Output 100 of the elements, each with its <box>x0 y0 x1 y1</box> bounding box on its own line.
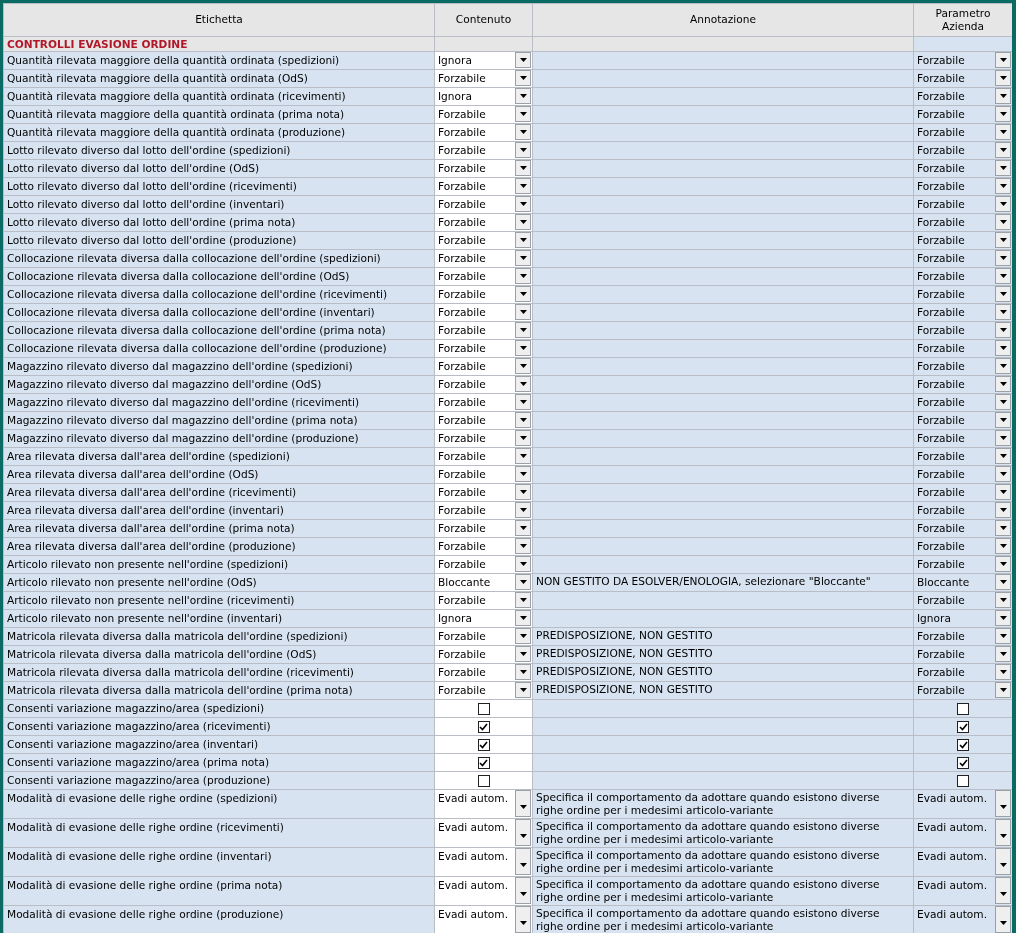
dropdown-button[interactable] <box>515 520 531 536</box>
dropdown-field[interactable]: Forzabile <box>914 502 1012 519</box>
dropdown-button[interactable] <box>995 448 1011 464</box>
dropdown-button[interactable] <box>515 484 531 500</box>
dropdown-button[interactable] <box>515 304 531 320</box>
checkbox[interactable] <box>957 720 969 733</box>
dropdown-field[interactable]: Forzabile <box>435 520 532 537</box>
dropdown-field[interactable]: Forzabile <box>914 484 1012 501</box>
dropdown-field[interactable]: Forzabile <box>914 556 1012 573</box>
dropdown-button[interactable] <box>515 70 531 86</box>
dropdown-button[interactable] <box>515 448 531 464</box>
checkbox[interactable] <box>477 702 490 715</box>
dropdown-button[interactable] <box>515 877 531 904</box>
dropdown-field[interactable]: Forzabile <box>435 502 532 519</box>
dropdown-button[interactable] <box>515 214 531 230</box>
dropdown-field[interactable]: Forzabile <box>914 250 1012 267</box>
dropdown-field[interactable]: Forzabile <box>435 322 532 339</box>
dropdown-field[interactable]: Forzabile <box>435 268 532 285</box>
dropdown-button[interactable] <box>995 877 1011 904</box>
dropdown-button[interactable] <box>995 520 1011 536</box>
checkbox[interactable] <box>957 774 969 787</box>
dropdown-button[interactable] <box>515 322 531 338</box>
dropdown-field[interactable]: Ignora <box>914 610 1012 627</box>
dropdown-button[interactable] <box>515 88 531 104</box>
dropdown-field[interactable]: Forzabile <box>914 142 1012 159</box>
dropdown-field[interactable]: Evadi autom. <box>435 906 532 933</box>
dropdown-button[interactable] <box>995 232 1011 248</box>
dropdown-button[interactable] <box>995 322 1011 338</box>
dropdown-button[interactable] <box>995 250 1011 266</box>
dropdown-field[interactable]: Forzabile <box>435 664 532 681</box>
dropdown-button[interactable] <box>515 124 531 140</box>
checkbox[interactable] <box>477 774 490 787</box>
dropdown-field[interactable]: Forzabile <box>914 88 1012 105</box>
dropdown-field[interactable]: Evadi autom. <box>914 877 1012 905</box>
dropdown-button[interactable] <box>515 196 531 212</box>
dropdown-field[interactable]: Forzabile <box>914 214 1012 231</box>
dropdown-button[interactable] <box>515 646 531 662</box>
checkbox[interactable] <box>957 738 969 751</box>
dropdown-button[interactable] <box>995 214 1011 230</box>
dropdown-field[interactable]: Forzabile <box>435 682 532 699</box>
dropdown-button[interactable] <box>515 790 531 817</box>
dropdown-button[interactable] <box>515 106 531 122</box>
dropdown-field[interactable]: Forzabile <box>914 340 1012 357</box>
dropdown-field[interactable]: Forzabile <box>435 232 532 249</box>
dropdown-field[interactable]: Forzabile <box>435 196 532 213</box>
dropdown-field[interactable]: Forzabile <box>435 376 532 393</box>
dropdown-field[interactable]: Forzabile <box>435 304 532 321</box>
dropdown-button[interactable] <box>995 142 1011 158</box>
dropdown-field[interactable]: Evadi autom. <box>435 848 532 876</box>
dropdown-field[interactable]: Forzabile <box>914 430 1012 447</box>
dropdown-button[interactable] <box>995 592 1011 608</box>
dropdown-field[interactable]: Forzabile <box>914 448 1012 465</box>
dropdown-field[interactable]: Forzabile <box>435 430 532 447</box>
dropdown-button[interactable] <box>515 664 531 680</box>
dropdown-field[interactable]: Forzabile <box>914 538 1012 555</box>
dropdown-button[interactable] <box>515 394 531 410</box>
dropdown-button[interactable] <box>995 574 1011 590</box>
dropdown-field[interactable]: Forzabile <box>435 646 532 663</box>
dropdown-button[interactable] <box>515 610 531 626</box>
dropdown-button[interactable] <box>995 906 1011 933</box>
dropdown-field[interactable]: Forzabile <box>914 286 1012 303</box>
dropdown-button[interactable] <box>995 196 1011 212</box>
dropdown-field[interactable]: Forzabile <box>914 124 1012 141</box>
dropdown-field[interactable]: Forzabile <box>435 448 532 465</box>
dropdown-button[interactable] <box>515 250 531 266</box>
dropdown-button[interactable] <box>995 502 1011 518</box>
dropdown-field[interactable]: Forzabile <box>435 250 532 267</box>
dropdown-button[interactable] <box>515 358 531 374</box>
dropdown-button[interactable] <box>995 340 1011 356</box>
dropdown-button[interactable] <box>515 412 531 428</box>
dropdown-button[interactable] <box>515 466 531 482</box>
dropdown-button[interactable] <box>515 178 531 194</box>
dropdown-field[interactable]: Forzabile <box>435 142 532 159</box>
dropdown-field[interactable]: Forzabile <box>435 286 532 303</box>
dropdown-field[interactable]: Forzabile <box>914 268 1012 285</box>
dropdown-field[interactable]: Forzabile <box>914 322 1012 339</box>
dropdown-button[interactable] <box>995 268 1011 284</box>
dropdown-field[interactable]: Evadi autom. <box>914 819 1012 847</box>
dropdown-button[interactable] <box>995 646 1011 662</box>
dropdown-field[interactable]: Forzabile <box>435 106 532 123</box>
column-header[interactable]: Etichetta <box>3 3 435 37</box>
column-header[interactable]: Contenuto <box>434 3 533 37</box>
dropdown-button[interactable] <box>995 412 1011 428</box>
dropdown-button[interactable] <box>995 88 1011 104</box>
dropdown-button[interactable] <box>995 466 1011 482</box>
dropdown-button[interactable] <box>995 178 1011 194</box>
dropdown-field[interactable]: Forzabile <box>914 664 1012 681</box>
column-header[interactable]: Parametro Azienda <box>913 3 1012 37</box>
dropdown-field[interactable]: Bloccante <box>435 574 532 591</box>
column-header[interactable]: Annotazione <box>532 3 914 37</box>
dropdown-field[interactable]: Forzabile <box>435 358 532 375</box>
dropdown-field[interactable]: Evadi autom. <box>435 819 532 847</box>
dropdown-field[interactable]: Forzabile <box>435 556 532 573</box>
dropdown-button[interactable] <box>515 376 531 392</box>
dropdown-button[interactable] <box>995 106 1011 122</box>
dropdown-button[interactable] <box>995 790 1011 817</box>
dropdown-button[interactable] <box>995 52 1011 68</box>
dropdown-field[interactable]: Ignora <box>435 52 532 69</box>
dropdown-field[interactable]: Forzabile <box>914 376 1012 393</box>
dropdown-field[interactable]: Forzabile <box>914 358 1012 375</box>
